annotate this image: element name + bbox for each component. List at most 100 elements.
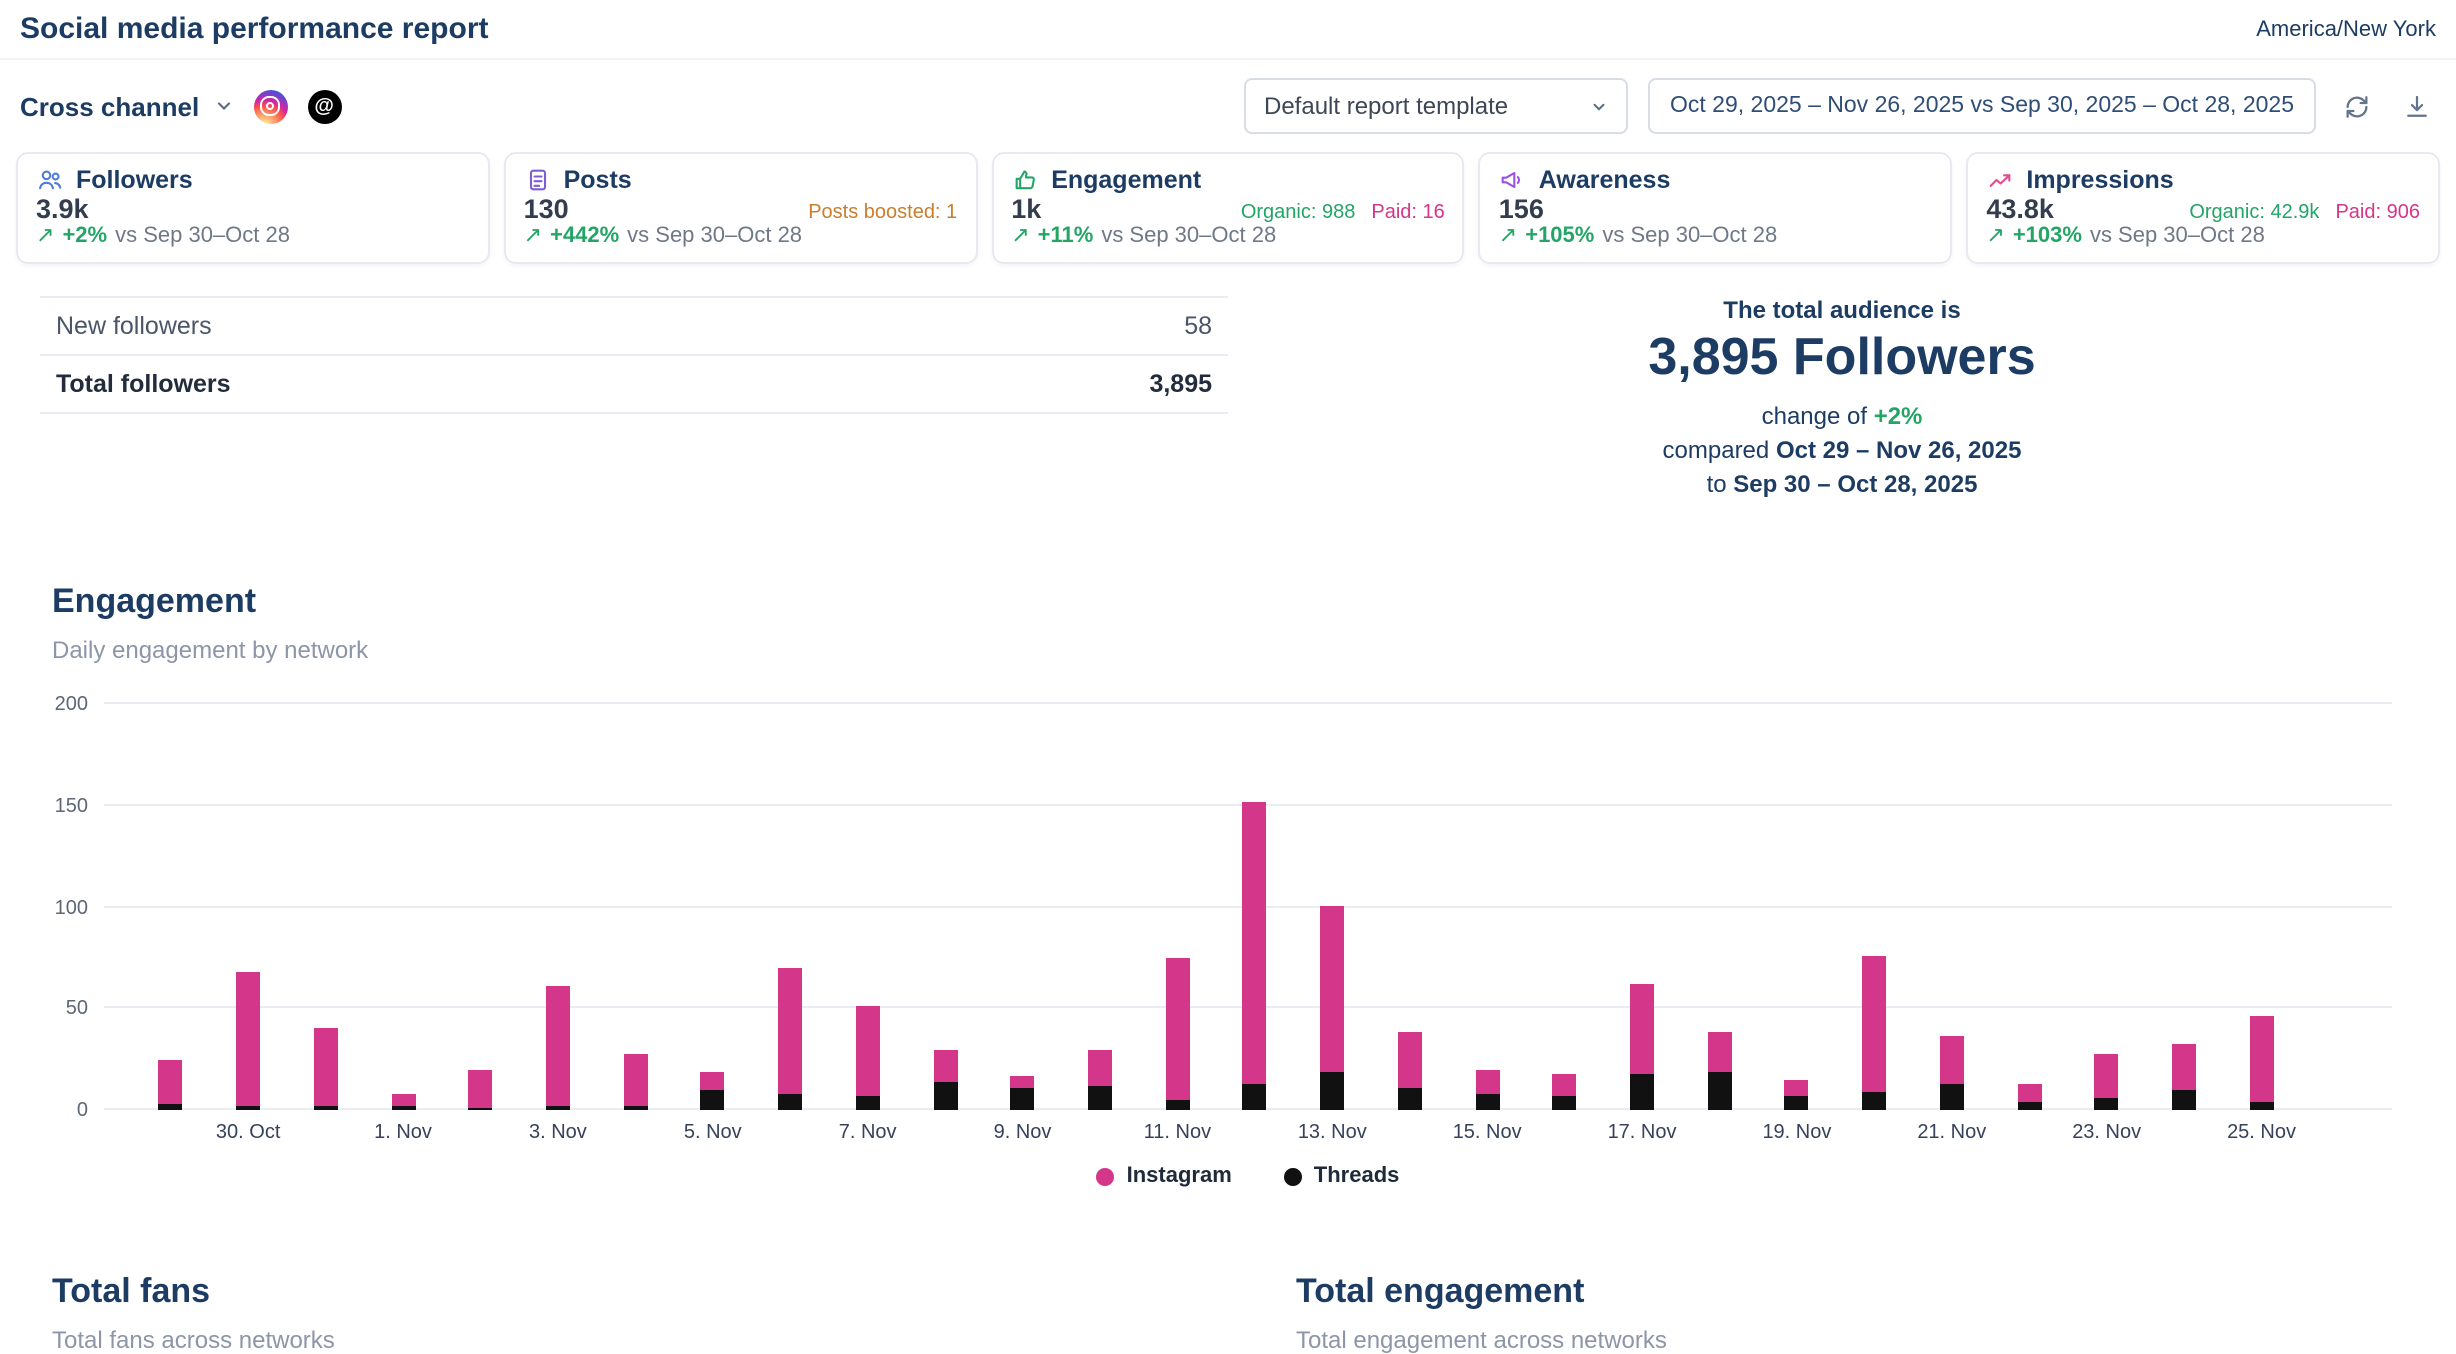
bar-slot (1448, 704, 1525, 1110)
kpi-card-awareness: Awareness 156 ↗ +105% vs Sep 30–Oct 28 (1479, 152, 1953, 264)
stacked-bar (1785, 1080, 1809, 1110)
stacked-bar (2172, 1044, 2196, 1110)
toolbar-left: Cross channel (20, 89, 341, 123)
bar-slot (829, 704, 906, 1110)
total-engagement-title: Total engagement (1296, 1272, 2456, 1312)
legend-item-threads[interactable]: Threads (1284, 1164, 1400, 1188)
x-axis-label: 25. Nov (2223, 1122, 2300, 1144)
legend-item-instagram[interactable]: Instagram (1097, 1164, 1232, 1188)
kpi-vs-period: vs Sep 30–Oct 28 (2090, 224, 2265, 248)
kpi-notes: Organic: 42.9k Paid: 906 (2189, 202, 2420, 224)
audience-change-line: change of +2% (1228, 400, 2456, 434)
stacked-bar (236, 972, 260, 1110)
stacked-bar (701, 1072, 725, 1110)
kpi-card-followers: Followers 3.9k ↗ +2% vs Sep 30–Oct 28 (16, 152, 490, 264)
bar-slot (1758, 704, 1835, 1110)
bar-segment-instagram (1398, 1032, 1422, 1088)
change-value: +2% (1874, 402, 1923, 430)
kpi-vs-period: vs Sep 30–Oct 28 (627, 224, 802, 248)
x-axis-label: 1. Nov (364, 1122, 441, 1144)
bar-segment-instagram (623, 1054, 647, 1106)
bar-slot (2223, 704, 2300, 1110)
header: Social media performance report America/… (0, 0, 2456, 60)
kpi-value: 156 (1499, 194, 1544, 224)
instagram-icon[interactable] (253, 89, 287, 123)
stacked-bar (468, 1070, 492, 1110)
trend-up-icon: ↗ (36, 225, 54, 247)
stacked-bar (1475, 1070, 1499, 1110)
bar-segment-instagram (2017, 1084, 2041, 1102)
x-axis-label: 3. Nov (519, 1122, 596, 1144)
stacked-bar (1088, 1050, 1112, 1110)
megaphone-icon (1499, 166, 1527, 194)
bar-segment-threads (623, 1106, 647, 1110)
report-template-select[interactable]: Default report template (1244, 78, 1628, 134)
stacked-bar (1398, 1032, 1422, 1110)
legend-label: Instagram (1127, 1164, 1232, 1188)
compared-range: Oct 29 – Nov 26, 2025 (1776, 436, 2022, 464)
x-axis-label: 9. Nov (984, 1122, 1061, 1144)
bar-segment-threads (2172, 1090, 2196, 1110)
bar-slot (674, 704, 751, 1110)
bar-slot (1991, 704, 2068, 1110)
bar-segment-instagram (2095, 1054, 2119, 1098)
bar-segment-instagram (1243, 802, 1267, 1084)
kpi-change: +103% (2013, 224, 2082, 248)
stacked-bar (2017, 1084, 2041, 1110)
bar-segment-threads (236, 1106, 260, 1110)
x-axis-label (287, 1122, 364, 1144)
x-axis-label (1061, 1122, 1138, 1144)
kpi-card-header: Followers (36, 166, 470, 194)
x-axis-label: 11. Nov (1139, 1122, 1216, 1144)
report-template-value: Default report template (1264, 92, 1508, 120)
kpi-change: +11% (1038, 224, 1094, 248)
bar-segment-instagram (546, 986, 570, 1106)
channel-selector[interactable]: Cross channel (20, 91, 233, 121)
bar-segment-instagram (2172, 1044, 2196, 1090)
stacked-bar (2095, 1054, 2119, 1110)
download-button[interactable] (2396, 86, 2436, 126)
bar-segment-threads (1940, 1084, 1964, 1110)
compared-label: compared (1663, 436, 1776, 464)
x-axis-label (752, 1122, 829, 1144)
trend-up-icon: ↗ (1011, 225, 1029, 247)
bar-segment-instagram (1320, 906, 1344, 1072)
bar-slot (1913, 704, 1990, 1110)
bar-segment-instagram (159, 1060, 183, 1104)
kpi-vs-period: vs Sep 30–Oct 28 (115, 224, 290, 248)
bar-slot (519, 704, 596, 1110)
stacked-bar (623, 1054, 647, 1110)
bottom-sections: Total fans Total fans across networks To… (0, 1272, 2456, 1354)
date-range-picker[interactable]: Oct 29, 2025 – Nov 26, 2025 vs Sep 30, 2… (1648, 78, 2316, 134)
bar-segment-instagram (1475, 1070, 1499, 1094)
channel-selector-label: Cross channel (20, 91, 199, 121)
kpi-notes: Organic: 988 Paid: 16 (1241, 202, 1445, 224)
bar-segment-threads (856, 1096, 880, 1110)
stacked-bar (1011, 1076, 1035, 1110)
bar-slot (1681, 704, 1758, 1110)
bar-slot (752, 704, 829, 1110)
x-axis-label: 13. Nov (1294, 1122, 1371, 1144)
total-engagement-section: Total engagement Total engagement across… (1228, 1272, 2456, 1354)
kpi-value-row: 156 (1499, 194, 1933, 224)
bar-segment-instagram (1553, 1074, 1577, 1096)
posts-icon (524, 166, 552, 194)
x-axis-label (1526, 1122, 1603, 1144)
x-axis-label (2145, 1122, 2222, 1144)
stacked-bar (1553, 1074, 1577, 1110)
threads-icon[interactable] (307, 89, 341, 123)
audience-summary: The total audience is 3,895 Followers ch… (1228, 296, 2456, 502)
bar-segment-instagram (1785, 1080, 1809, 1096)
kpi-card-header: Awareness (1499, 166, 1933, 194)
stacked-bar (1707, 1032, 1731, 1110)
refresh-button[interactable] (2336, 86, 2376, 126)
bar-slot (287, 704, 364, 1110)
kpi-change: +442% (550, 224, 619, 248)
kpi-card-engagement: Engagement 1k Organic: 988 Paid: 16 ↗ +1… (991, 152, 1465, 264)
y-axis-label: 150 (12, 796, 88, 818)
bar-segment-instagram (391, 1094, 415, 1106)
y-axis-label: 200 (12, 694, 88, 716)
bar-segment-threads (468, 1108, 492, 1110)
bar-segment-threads (778, 1094, 802, 1110)
table-row: New followers 58 (40, 298, 1228, 356)
